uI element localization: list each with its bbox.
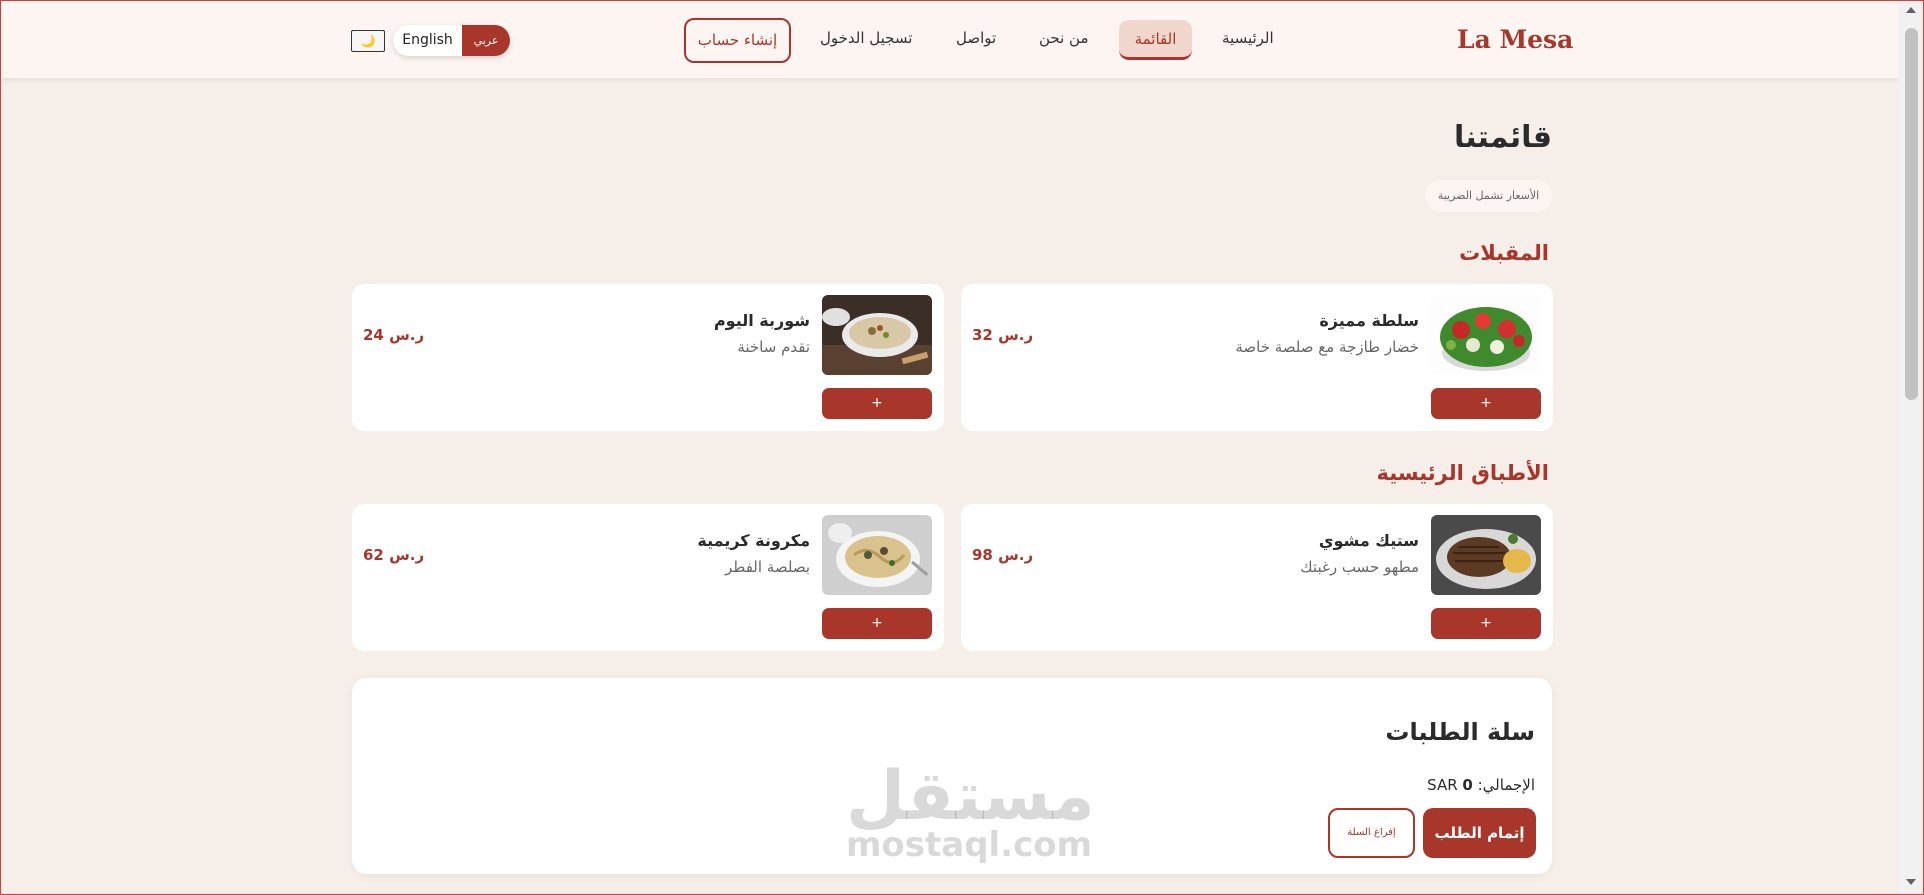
steak-image	[1431, 515, 1541, 595]
add-to-cart-button[interactable]: +	[1431, 608, 1541, 639]
cart-total-value: 0	[1462, 776, 1473, 794]
tax-note-badge: الأسعار تشمل الضريبة	[1425, 180, 1552, 212]
item-description: تقدم ساخنة	[737, 338, 810, 356]
pasta-image	[822, 515, 932, 595]
item-name: ستيك مشوي	[1318, 531, 1419, 550]
signup-button[interactable]: إنشاء حساب	[684, 18, 791, 63]
cart-total: الإجمالي: 0 SAR	[1427, 776, 1535, 794]
add-to-cart-button[interactable]: +	[1431, 388, 1541, 419]
menu-item-card: سلطة مميزة خضار طازجة مع صلصة خاصة 32 ر.…	[961, 284, 1553, 431]
vertical-scrollbar[interactable]	[1899, 1, 1923, 894]
cart-title: سلة الطلبات	[1385, 718, 1535, 746]
cart-panel: سلة الطلبات الإجمالي: 0 SAR إتمام الطلب …	[352, 678, 1552, 874]
page-title: قائمتنا	[1453, 120, 1552, 155]
item-description: بصلصة الفطر	[725, 558, 810, 576]
scroll-up-arrow-icon[interactable]	[1906, 7, 1916, 13]
soup-image	[822, 295, 932, 375]
item-name: مكرونة كريمية	[697, 531, 810, 550]
scroll-down-arrow-icon[interactable]	[1906, 879, 1916, 885]
nav-home[interactable]: الرئيسية	[1222, 29, 1274, 47]
nav-about[interactable]: من نحن	[1039, 29, 1089, 47]
nav-menu[interactable]: القائمة	[1119, 20, 1192, 60]
brand-logo[interactable]: La Mesa	[1457, 25, 1573, 54]
checkout-button[interactable]: إتمام الطلب	[1423, 808, 1536, 858]
add-to-cart-button[interactable]: +	[822, 388, 932, 419]
scrollbar-thumb[interactable]	[1905, 28, 1918, 400]
item-price: 24 ر.س	[363, 326, 425, 344]
lang-arabic-button[interactable]: عربي	[462, 25, 510, 56]
item-description: خضار طازجة مع صلصة خاصة	[1235, 338, 1419, 356]
item-name: سلطة مميزة	[1319, 311, 1419, 330]
item-price: 62 ر.س	[363, 546, 425, 564]
item-description: مطهو حسب رغبتك	[1300, 558, 1419, 576]
menu-item-card: ستيك مشوي مطهو حسب رغبتك 98 ر.س +	[961, 504, 1553, 651]
lang-english-button[interactable]: English	[393, 25, 462, 56]
cart-currency: SAR	[1427, 776, 1458, 794]
section-title-appetizers: المقبلات	[1459, 241, 1549, 265]
add-to-cart-button[interactable]: +	[822, 608, 932, 639]
menu-item-card: شوربة اليوم تقدم ساخنة 24 ر.س +	[352, 284, 944, 431]
theme-toggle-button[interactable]: 🌙	[351, 30, 385, 52]
site-header: La Mesa الرئيسية القائمة من نحن تواصل تس…	[1, 1, 1899, 78]
item-price: 32 ر.س	[972, 326, 1034, 344]
salad-image	[1431, 295, 1541, 375]
menu-item-card: مكرونة كريمية بصلصة الفطر 62 ر.س +	[352, 504, 944, 651]
empty-cart-button[interactable]: إفراغ السلة	[1328, 808, 1415, 858]
item-name: شوربة اليوم	[713, 311, 810, 330]
language-switch: English عربي	[393, 25, 510, 56]
nav-contact[interactable]: تواصل	[956, 29, 996, 47]
nav-login[interactable]: تسجيل الدخول	[820, 29, 912, 47]
cart-total-label: الإجمالي:	[1477, 776, 1535, 794]
moon-icon: 🌙	[360, 34, 376, 48]
section-title-main-dishes: الأطباق الرئيسية	[1376, 461, 1549, 485]
item-price: 98 ر.س	[972, 546, 1034, 564]
